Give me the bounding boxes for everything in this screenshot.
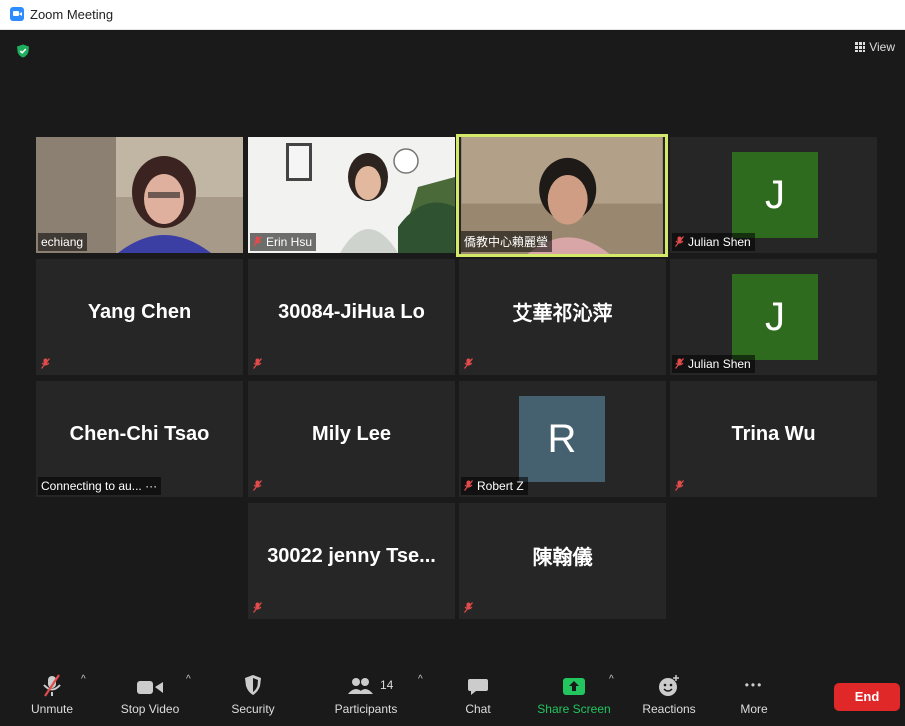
participant-name: Julian Shen (672, 355, 755, 373)
participants-button[interactable]: 14 Participants (324, 672, 408, 724)
chat-label: Chat (465, 702, 491, 716)
muted-mic-icon (253, 236, 262, 247)
security-label: Security (231, 702, 275, 716)
window-titlebar: Zoom Meeting (0, 0, 905, 30)
share-screen-button[interactable]: Share Screen (533, 672, 615, 724)
chat-bubble-icon (468, 679, 488, 695)
more-dots-icon: ••• (744, 678, 764, 692)
grid-view-icon (855, 42, 866, 52)
unmute-label: Unmute (30, 702, 74, 716)
participant-name-text: echiang (41, 235, 84, 249)
reactions-smiley-icon (659, 675, 679, 696)
participants-icon (348, 678, 373, 694)
video-tile-mily-lee[interactable]: Mily Lee (248, 381, 455, 497)
participant-name-text: Julian Shen (688, 235, 751, 249)
reactions-label: Reactions (642, 702, 696, 716)
end-meeting-button[interactable]: End (834, 683, 900, 711)
muted-mic-icon (675, 236, 684, 247)
view-button[interactable]: View (855, 40, 895, 54)
participant-name-text: Erin Hsu (266, 235, 313, 249)
participants-count: 14 (380, 678, 394, 692)
avatar: R (519, 396, 605, 482)
participants-label: Participants (334, 702, 398, 716)
muted-mic-icon (41, 358, 50, 369)
security-shield-icon (245, 675, 261, 695)
video-camera-icon (137, 681, 163, 694)
video-tile-jenny-tse[interactable]: 30022 jenny Tse... (248, 503, 455, 619)
security-button[interactable]: Security (223, 672, 283, 724)
stop-video-button[interactable]: Stop Video (112, 672, 188, 724)
audio-options-caret[interactable]: ^ (81, 674, 86, 685)
video-tile-trina-wu[interactable]: Trina Wu (670, 381, 877, 497)
video-tile-yang-chen[interactable]: Yang Chen (36, 259, 243, 375)
muted-mic-icon (253, 602, 262, 613)
video-tile-julian-shen[interactable]: J Julian Shen (670, 137, 877, 253)
muted-mic-icon (464, 480, 473, 491)
participant-display-name: 陳翰儀 (532, 547, 593, 569)
avatar-initial: J (765, 295, 785, 339)
muted-mic-icon (253, 358, 262, 369)
connecting-status: Connecting to au... ··· (38, 477, 162, 495)
participant-display-name: 30084-JiHua Lo (278, 301, 425, 323)
meeting-stage: View echiang Erin Hsu 僑教中心賴麗瑩 J Julian S… (0, 30, 905, 664)
muted-mic-icon (464, 602, 473, 613)
avatar-initial: R (547, 417, 577, 461)
participant-name: 僑教中心賴麗瑩 (461, 231, 553, 252)
share-screen-icon (563, 678, 585, 695)
participant-name: Erin Hsu (250, 233, 317, 251)
avatar: J (732, 152, 818, 238)
participant-name-text: 僑教中心賴麗瑩 (464, 235, 549, 249)
video-tile-chen-hanyi[interactable]: 陳翰儀 (459, 503, 666, 619)
more-options-icon[interactable]: ··· (145, 479, 157, 493)
video-tile-active-speaker[interactable]: 僑教中心賴麗瑩 (456, 134, 668, 257)
participant-display-name: Mily Lee (312, 423, 391, 445)
video-tile-chen-chi-tsao[interactable]: Chen-Chi Tsao Connecting to au... ··· (36, 381, 243, 497)
chat-button[interactable]: Chat (456, 672, 500, 724)
video-tile-julian-shen-2[interactable]: J Julian Shen (670, 259, 877, 375)
participant-display-name: 30022 jenny Tse... (267, 545, 436, 567)
participant-display-name: Chen-Chi Tsao (69, 423, 210, 445)
muted-mic-icon (675, 480, 684, 491)
participant-display-name: 艾華祁沁萍 (512, 303, 613, 325)
video-tile-echiang[interactable]: echiang (36, 137, 243, 253)
share-options-caret[interactable]: ^ (609, 674, 614, 685)
video-tile-erin-hsu[interactable]: Erin Hsu (248, 137, 455, 253)
shield-icon[interactable] (16, 44, 30, 58)
participant-name-text: Julian Shen (688, 357, 751, 371)
participant-name: Julian Shen (672, 233, 755, 251)
video-tile-jihua-lo[interactable]: 30084-JiHua Lo (248, 259, 455, 375)
zoom-logo-icon (10, 7, 24, 21)
stop-video-label: Stop Video (120, 702, 180, 716)
participant-name: echiang (38, 233, 88, 251)
participant-name: Robert Z (461, 477, 528, 495)
muted-mic-icon (43, 674, 61, 697)
window-title: Zoom Meeting (30, 7, 114, 22)
muted-mic-icon (253, 480, 262, 491)
reactions-button[interactable]: Reactions (636, 672, 702, 724)
video-tile-robert-z[interactable]: R Robert Z (459, 381, 666, 497)
more-label: More (740, 702, 768, 716)
view-label: View (869, 40, 895, 54)
meeting-toolbar: Unmute ^ Stop Video ^ Security 14 Partic… (0, 664, 905, 726)
avatar: J (732, 274, 818, 360)
participant-display-name: Yang Chen (87, 301, 192, 323)
connecting-status-text: Connecting to au... (41, 479, 142, 493)
avatar-initial: J (765, 173, 785, 217)
muted-mic-icon (675, 358, 684, 369)
share-screen-label: Share Screen (537, 702, 611, 716)
muted-mic-icon (464, 358, 473, 369)
video-options-caret[interactable]: ^ (186, 674, 191, 685)
video-tile-ai-hua[interactable]: 艾華祁沁萍 (459, 259, 666, 375)
unmute-button[interactable]: Unmute (22, 672, 82, 724)
participants-options-caret[interactable]: ^ (418, 674, 423, 685)
participant-display-name: Trina Wu (731, 423, 816, 445)
more-button[interactable]: ••• More (732, 672, 776, 724)
participant-name-text: Robert Z (477, 479, 524, 493)
